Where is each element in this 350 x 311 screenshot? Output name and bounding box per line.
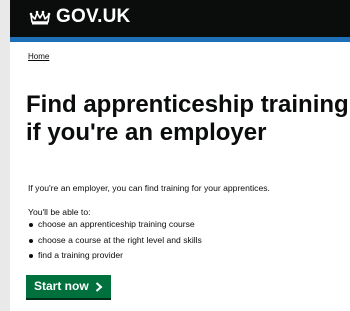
crown-icon — [29, 10, 51, 25]
start-now-label: Start now — [34, 279, 89, 293]
page-edge — [0, 0, 10, 311]
able-to-intro: You'll be able to: — [28, 206, 91, 217]
page-title-line-2: if you're an employer — [26, 119, 267, 146]
lead-paragraph: If you're an employer, you can find trai… — [28, 182, 270, 193]
list-item: choose an apprenticeship training course — [28, 219, 202, 235]
page-title-line-1: Find apprenticeship training — [26, 91, 349, 118]
govuk-header: GOV.UK — [10, 0, 350, 37]
feature-list: choose an apprenticeship training course… — [28, 219, 202, 266]
breadcrumb-home-link[interactable]: Home — [28, 52, 49, 61]
header-accent-bar — [10, 37, 350, 42]
govuk-logo-link[interactable]: GOV.UK — [56, 6, 130, 28]
page-title: Find apprenticeship training if you're a… — [26, 91, 350, 147]
list-item: find a training provider — [28, 250, 202, 266]
list-item: choose a course at the right level and s… — [28, 235, 202, 251]
chevron-right-icon — [95, 281, 103, 292]
start-now-button[interactable]: Start now — [26, 275, 111, 298]
